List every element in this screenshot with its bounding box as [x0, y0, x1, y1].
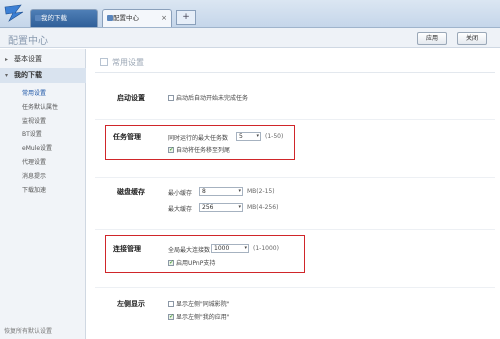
cinema-checkbox[interactable]: [168, 300, 174, 307]
task-management-label: 任务管理: [113, 133, 141, 141]
section-divider: [95, 287, 495, 288]
startup-option[interactable]: 启动后自动开始未完成任务: [168, 93, 248, 102]
auto-move-option[interactable]: 自动将任务移至列尾: [168, 145, 230, 154]
tab-my-downloads[interactable]: 我的下载: [30, 9, 98, 27]
max-cache-label: 最大缓存: [168, 206, 193, 213]
sidebar-section-label: 我的下载: [14, 71, 42, 79]
sidebar-item-monitor[interactable]: 监视设置: [22, 116, 46, 125]
section-divider: [95, 119, 495, 120]
upnp-option[interactable]: 启用UPnP支持: [168, 258, 215, 267]
left-option-cinema[interactable]: 显示左侧"同城影院": [168, 299, 230, 308]
dropdown-arrow-icon: ▾: [256, 133, 259, 139]
sidebar-section-basic[interactable]: ▸ 基本设置: [0, 52, 86, 67]
restore-defaults-link[interactable]: 恢复所有默认设置: [4, 326, 52, 335]
main-panel: 常用设置 启动设置 启动后自动开始未完成任务 任务管理 同时运行的最大任务数 5…: [87, 49, 500, 339]
config-header: 配置中心 应用 关闭: [0, 28, 500, 48]
max-cache-range: MB(4-256): [247, 204, 279, 211]
min-cache-range: MB(2-15): [247, 188, 275, 195]
min-cache-select[interactable]: 8 ▾: [199, 187, 243, 196]
connection-management-label: 连接管理: [113, 245, 141, 253]
section-divider: [95, 229, 495, 230]
sidebar-item-proxy[interactable]: 代理设置: [22, 157, 46, 166]
sidebar-section-label: 基本设置: [14, 55, 42, 63]
expand-arrow-icon: ▸: [5, 56, 9, 63]
sidebar-item-notifications[interactable]: 消息提示: [22, 171, 46, 180]
app-logo-icon: [4, 4, 24, 22]
sidebar-item-bt[interactable]: BT设置: [22, 129, 42, 138]
section-divider: [95, 177, 495, 178]
tab-label: 我的下载: [41, 14, 67, 22]
title-divider: [95, 72, 495, 73]
left-option-apps[interactable]: 显示左侧"我的应用": [168, 312, 230, 321]
sidebar: ▸ 基本设置 ▾ 我的下载 常用设置 任务默认属性 监视设置 BT设置 eMul…: [0, 49, 86, 339]
max-cache-value: 256: [202, 204, 214, 211]
min-cache-label: 最小缓存: [168, 190, 193, 197]
sidebar-item-emule[interactable]: eMule设置: [22, 143, 52, 152]
title-bar: 我的下载 配置中心 × +: [0, 0, 500, 28]
settings-page-icon: [100, 58, 108, 66]
global-connections-label: 全局最大连接数: [168, 247, 211, 254]
max-cache-select[interactable]: 256 ▾: [199, 203, 243, 212]
dropdown-arrow-icon: ▾: [238, 188, 241, 194]
upnp-label: 启用UPnP支持: [176, 260, 216, 267]
tab-label: 配置中心: [113, 14, 139, 22]
task-highlight-box: [105, 125, 295, 160]
min-cache-value: 8: [202, 188, 206, 195]
new-tab-button[interactable]: +: [176, 10, 196, 25]
apps-checkbox[interactable]: [168, 313, 174, 320]
section-title: 常用设置: [112, 58, 144, 67]
close-tab-icon[interactable]: ×: [161, 10, 167, 26]
max-tasks-value: 5: [239, 133, 243, 140]
apps-label: 显示左侧"我的应用": [176, 314, 230, 321]
max-tasks-label: 同时运行的最大任务数: [168, 135, 229, 142]
max-tasks-range: (1-50): [265, 133, 284, 140]
global-connections-range: (1-1000): [253, 245, 279, 252]
sidebar-item-acceleration[interactable]: 下载加速: [22, 185, 46, 194]
collapse-arrow-icon: ▾: [5, 72, 9, 79]
page-title: 配置中心: [8, 36, 48, 47]
sidebar-section-my-downloads[interactable]: ▾ 我的下载: [0, 68, 86, 83]
max-tasks-select[interactable]: 5 ▾: [236, 132, 261, 141]
cinema-label: 显示左侧"同城影院": [176, 301, 230, 308]
sidebar-item-common[interactable]: 常用设置: [22, 88, 46, 97]
auto-move-checkbox[interactable]: [168, 146, 174, 153]
global-connections-select[interactable]: 1000 ▾: [211, 244, 249, 253]
startup-label: 启动设置: [117, 94, 145, 102]
global-connections-value: 1000: [214, 245, 230, 252]
upnp-checkbox[interactable]: [168, 259, 174, 266]
sidebar-item-task-defaults[interactable]: 任务默认属性: [22, 102, 58, 111]
left-display-label: 左侧显示: [117, 300, 145, 308]
tab-config-center[interactable]: 配置中心 ×: [102, 9, 172, 27]
connection-highlight-box: [105, 235, 305, 273]
close-button[interactable]: 关闭: [457, 32, 487, 45]
startup-checkbox[interactable]: [168, 94, 174, 101]
download-tab-icon: [35, 15, 41, 21]
disk-cache-label: 磁盘缓存: [117, 188, 145, 196]
dropdown-arrow-icon: ▾: [244, 245, 247, 251]
settings-tab-icon: [107, 15, 113, 21]
auto-move-label: 自动将任务移至列尾: [176, 147, 231, 154]
startup-option-label: 启动后自动开始未完成任务: [176, 95, 249, 102]
dropdown-arrow-icon: ▾: [238, 204, 241, 210]
apply-button[interactable]: 应用: [417, 32, 447, 45]
